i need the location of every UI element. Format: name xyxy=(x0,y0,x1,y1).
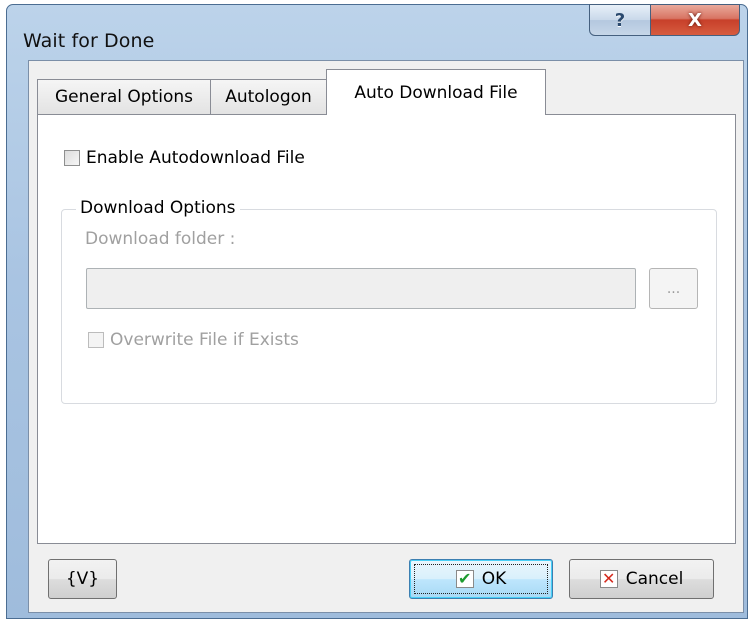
enable-autodownload-row[interactable]: Enable Autodownload File xyxy=(64,148,305,168)
variables-button-label: {V} xyxy=(65,569,100,589)
close-button[interactable]: X xyxy=(650,4,740,36)
cancel-button-label: Cancel xyxy=(625,569,684,589)
tab-autologon[interactable]: Autologon xyxy=(210,79,327,114)
window-title: Wait for Done xyxy=(23,30,155,52)
ok-button[interactable]: ✔ OK xyxy=(409,559,553,599)
dialog-client-area: General Options Autologon Auto Download … xyxy=(28,60,744,613)
download-folder-label: Download folder : xyxy=(85,229,236,249)
download-options-group: Download Options Download folder : ... O… xyxy=(61,198,717,404)
help-button[interactable]: ? xyxy=(589,4,651,36)
tab-auto-download-file[interactable]: Auto Download File xyxy=(326,69,546,115)
group-legend: Download Options xyxy=(76,198,240,218)
close-icon: X xyxy=(688,9,702,31)
enable-autodownload-checkbox[interactable] xyxy=(64,150,80,166)
variables-button[interactable]: {V} xyxy=(48,559,117,599)
dialog-window: Wait for Done ? X General Options Autolo… xyxy=(6,4,748,619)
tab-label: General Options xyxy=(55,87,193,107)
overwrite-file-row[interactable]: Overwrite File if Exists xyxy=(88,330,299,350)
download-folder-input[interactable] xyxy=(86,268,636,309)
tab-page-auto-download: Enable Autodownload File Download Option… xyxy=(37,114,736,544)
tab-general-options[interactable]: General Options xyxy=(37,79,211,114)
overwrite-file-label[interactable]: Overwrite File if Exists xyxy=(110,330,299,350)
help-icon: ? xyxy=(614,9,626,31)
x-icon: ✕ xyxy=(599,570,618,588)
tab-label: Autologon xyxy=(225,87,312,107)
overwrite-file-checkbox[interactable] xyxy=(88,332,104,348)
tab-label: Auto Download File xyxy=(354,82,518,103)
ok-button-label: OK xyxy=(481,569,507,589)
ellipsis-icon: ... xyxy=(666,280,681,297)
checkmark-icon: ✔ xyxy=(455,570,474,588)
enable-autodownload-label[interactable]: Enable Autodownload File xyxy=(86,148,305,168)
browse-folder-button[interactable]: ... xyxy=(649,268,698,309)
cancel-button[interactable]: ✕ Cancel xyxy=(569,559,714,599)
